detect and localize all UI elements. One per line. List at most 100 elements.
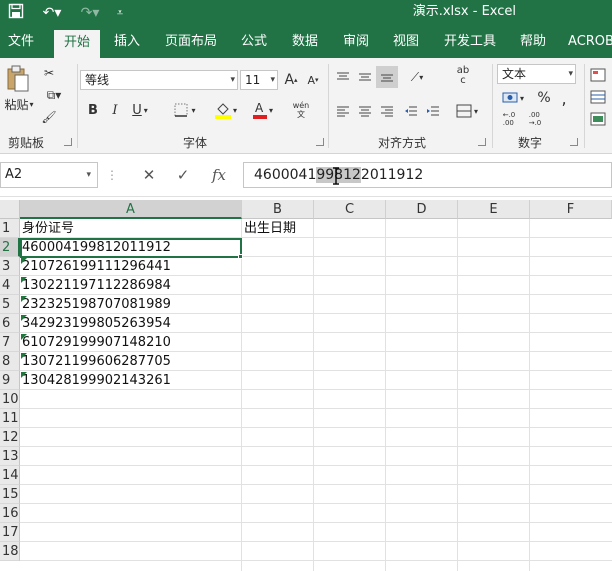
row-header[interactable]: 7 bbox=[0, 333, 20, 352]
fill-color-button[interactable]: ▾ bbox=[210, 100, 242, 120]
tab-review[interactable]: 审阅 bbox=[338, 28, 374, 58]
row-header[interactable]: 11 bbox=[0, 409, 20, 428]
column-header-c[interactable]: C bbox=[314, 200, 386, 219]
clipboard-launcher-icon[interactable] bbox=[64, 138, 72, 146]
font-size-combo[interactable]: 11 ▾ bbox=[240, 70, 278, 90]
row-header[interactable]: 4 bbox=[0, 276, 20, 295]
decrease-indent-icon[interactable] bbox=[402, 102, 420, 120]
row-header[interactable]: 9 bbox=[0, 371, 20, 390]
fill-handle[interactable] bbox=[238, 254, 243, 259]
row-header[interactable]: 13 bbox=[0, 447, 20, 466]
row-header[interactable]: 14 bbox=[0, 466, 20, 485]
cell-a5[interactable]: 232325198707081989 bbox=[20, 295, 171, 314]
name-box[interactable]: A2 ▾ bbox=[0, 162, 98, 188]
row-header[interactable]: 15 bbox=[0, 485, 20, 504]
column-header-a[interactable]: A bbox=[20, 200, 242, 219]
format-painter-icon[interactable]: 🖌 bbox=[40, 108, 58, 126]
tab-home[interactable]: 开始 bbox=[54, 30, 100, 58]
paste-button[interactable]: 粘贴 ▾ bbox=[2, 96, 36, 112]
paste-icon[interactable] bbox=[4, 64, 32, 94]
cell-a8[interactable]: 130721199606287705 bbox=[20, 352, 171, 371]
increase-indent-icon[interactable] bbox=[424, 102, 442, 120]
formula-input[interactable]: 4600041998122011912 bbox=[243, 162, 612, 188]
tab-insert[interactable]: 插入 bbox=[106, 28, 148, 58]
tab-data[interactable]: 数据 bbox=[286, 28, 324, 58]
row-header[interactable]: 17 bbox=[0, 523, 20, 542]
align-launcher-icon[interactable] bbox=[478, 138, 486, 146]
align-right-icon[interactable] bbox=[378, 102, 396, 120]
font-launcher-icon[interactable] bbox=[316, 138, 324, 146]
tab-acrobat[interactable]: ACROB bbox=[566, 28, 612, 58]
wrap-text-button[interactable]: ab c bbox=[452, 64, 474, 88]
tab-file[interactable]: 文件 bbox=[0, 28, 42, 58]
cell-a9[interactable]: 130428199902143261 bbox=[20, 371, 171, 390]
row-header[interactable]: 5 bbox=[0, 295, 20, 314]
align-left-icon[interactable] bbox=[334, 102, 352, 120]
column-header-b[interactable]: B bbox=[242, 200, 314, 219]
align-bottom-icon[interactable] bbox=[376, 66, 398, 88]
row-header[interactable]: 2 bbox=[0, 238, 20, 257]
spreadsheet-grid[interactable]: A B C D E F 1 2 3 4 5 6 7 8 9 10 11 12 13 14 15 16 17 18 … bbox=[0, 200, 612, 571]
bold-button[interactable]: B bbox=[84, 100, 102, 120]
column-header-e[interactable]: E bbox=[458, 200, 530, 219]
row-header[interactable]: 8 bbox=[0, 352, 20, 371]
format-as-table-icon[interactable] bbox=[588, 88, 608, 106]
row-header[interactable]: 10 bbox=[0, 390, 20, 409]
column-header-f[interactable]: F bbox=[530, 200, 612, 219]
cancel-icon[interactable]: ✕ bbox=[134, 162, 164, 188]
cell-a6[interactable]: 342923199805263954 bbox=[20, 314, 171, 333]
active-cell-selection bbox=[20, 238, 242, 258]
font-color-icon: A bbox=[252, 101, 267, 119]
number-format-combo[interactable]: 文本 ▾ bbox=[497, 64, 576, 84]
underline-button[interactable]: U ▾ bbox=[128, 100, 152, 120]
conditional-format-icon[interactable] bbox=[588, 66, 608, 84]
cell-a7[interactable]: 610729199907148210 bbox=[20, 333, 171, 352]
separator bbox=[492, 64, 493, 148]
orientation-icon[interactable]: ⟋ ▾ bbox=[404, 68, 430, 86]
row-header[interactable]: 18 bbox=[0, 542, 20, 561]
accounting-format-button[interactable]: ▾ bbox=[498, 88, 528, 108]
italic-button[interactable]: I bbox=[106, 100, 124, 120]
align-top-icon[interactable] bbox=[334, 68, 352, 86]
tab-page-layout[interactable]: 页面布局 bbox=[160, 28, 222, 58]
tab-help[interactable]: 帮助 bbox=[514, 28, 552, 58]
column-header-d[interactable]: D bbox=[386, 200, 458, 219]
grow-font-icon: A bbox=[284, 72, 295, 88]
tab-formulas[interactable]: 公式 bbox=[236, 28, 272, 58]
cell-a1[interactable]: 身份证号 bbox=[20, 219, 74, 238]
merge-center-button[interactable]: ▾ bbox=[452, 100, 482, 122]
number-launcher-icon[interactable] bbox=[570, 138, 578, 146]
cell-styles-icon[interactable] bbox=[588, 110, 608, 128]
increase-decimal-button[interactable]: ←.0 .00 bbox=[498, 108, 520, 130]
shrink-font-button[interactable]: A ▾ bbox=[304, 70, 322, 90]
gridline-horizontal bbox=[20, 465, 612, 466]
row-header[interactable]: 1 bbox=[0, 219, 20, 238]
font-color-button[interactable]: A ▾ bbox=[248, 100, 278, 120]
row-header[interactable]: 16 bbox=[0, 504, 20, 523]
cell-b1[interactable]: 出生日期 bbox=[242, 219, 296, 238]
percent-button[interactable]: % bbox=[534, 88, 554, 108]
comma-button[interactable]: , bbox=[556, 88, 572, 108]
align-middle-icon[interactable] bbox=[356, 68, 374, 86]
cell-a3[interactable]: 210726199111296441 bbox=[20, 257, 171, 276]
text-number-indicator-icon bbox=[21, 353, 27, 359]
borders-button[interactable]: ▾ bbox=[170, 100, 200, 120]
copy-icon[interactable]: ⧉▾ bbox=[40, 86, 68, 104]
merge-icon bbox=[456, 104, 472, 118]
phonetic-button[interactable]: wén 文 bbox=[290, 98, 312, 122]
select-all-corner[interactable] bbox=[0, 200, 20, 219]
insert-function-icon[interactable]: fx bbox=[204, 162, 234, 188]
cell-a4[interactable]: 130221197112286984 bbox=[20, 276, 171, 295]
grow-font-button[interactable]: A ▴ bbox=[282, 70, 300, 90]
row-header[interactable]: 3 bbox=[0, 257, 20, 276]
enter-icon[interactable]: ✓ bbox=[168, 162, 198, 188]
row-header[interactable]: 12 bbox=[0, 428, 20, 447]
tab-view[interactable]: 视图 bbox=[388, 28, 424, 58]
decrease-decimal-button[interactable]: .00 →.0 bbox=[524, 108, 546, 130]
tab-developer[interactable]: 开发工具 bbox=[440, 28, 500, 58]
align-center-icon[interactable] bbox=[356, 102, 374, 120]
cut-icon[interactable]: ✂ bbox=[40, 64, 58, 82]
separator bbox=[328, 64, 329, 148]
font-name-combo[interactable]: 等线 ▾ bbox=[80, 70, 238, 90]
row-header[interactable]: 6 bbox=[0, 314, 20, 333]
